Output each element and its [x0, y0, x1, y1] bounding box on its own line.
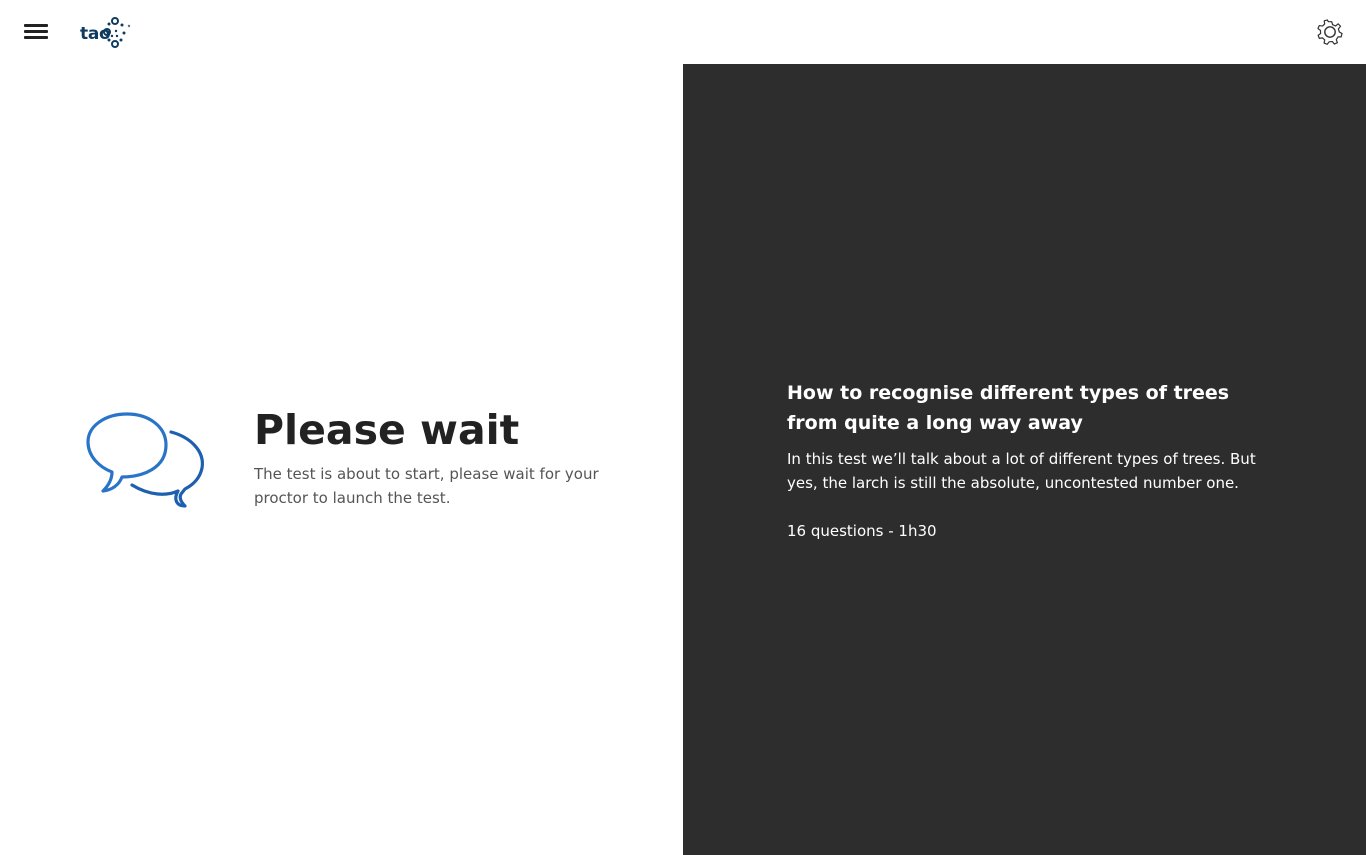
test-meta: 16 questions - 1h30 — [787, 522, 937, 540]
logo-dots-icon — [103, 17, 131, 48]
menu-line — [24, 24, 48, 27]
gear-icon[interactable] — [1316, 18, 1344, 46]
wait-message: The test is about to start, please wait … — [254, 465, 599, 507]
hamburger-menu-icon[interactable] — [24, 22, 49, 42]
speech-bubbles-icon — [86, 412, 204, 508]
menu-line — [24, 30, 48, 33]
test-info-panel: How to recognise different types of tree… — [683, 64, 1366, 855]
waiting-panel: Please wait The test is about to start, … — [0, 64, 683, 855]
menu-line — [24, 36, 48, 39]
test-description: In this test we’ll talk about a lot of d… — [787, 450, 1256, 492]
test-title: How to recognise different types of tree… — [787, 382, 1230, 434]
proctor-wait-page: tao Please wait The test is about to sta… — [0, 0, 1366, 855]
top-bar: tao — [0, 0, 1366, 64]
tao-logo: tao — [80, 16, 134, 50]
page-title: Please wait — [254, 406, 520, 454]
